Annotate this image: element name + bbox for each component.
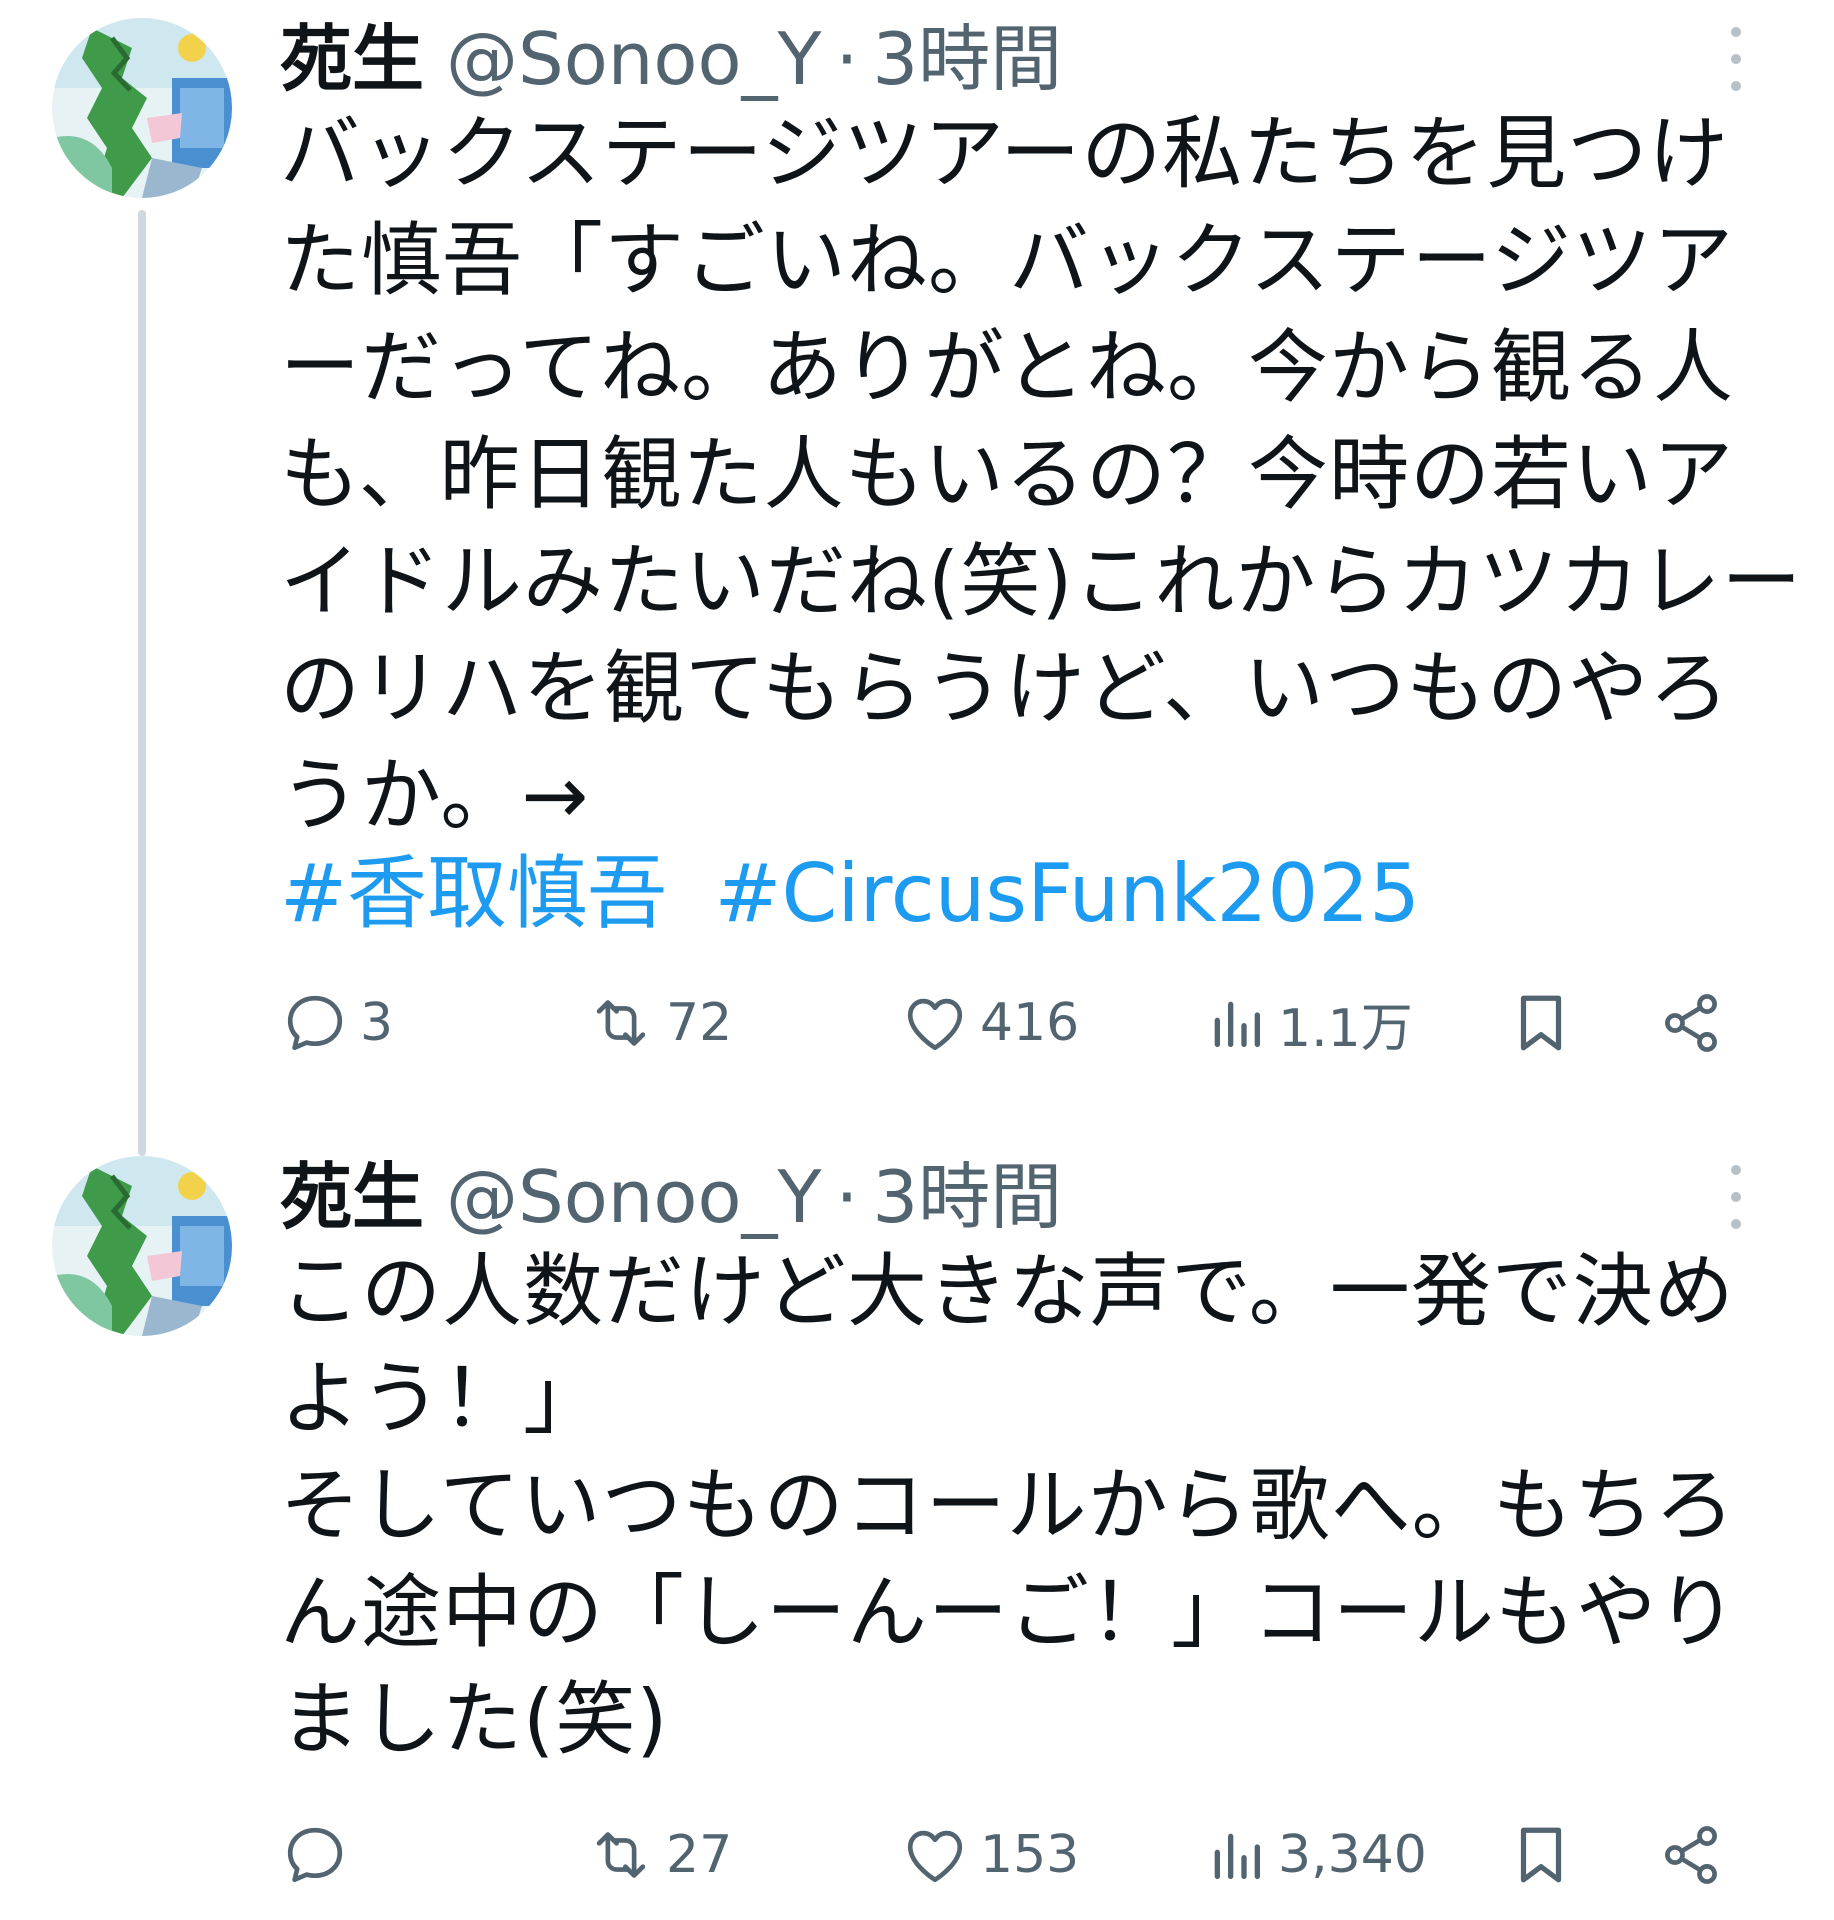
tweet-text-line: よう！」	[280, 1352, 604, 1445]
tweet-header: 苑生 @Sonoo_Y · 3時間	[280, 14, 1062, 104]
tweet-text-line: た慎吾「すごいね。バックステージツア	[280, 214, 1734, 307]
timestamp[interactable]: 3時間	[872, 14, 1062, 104]
like-count: 416	[980, 993, 1080, 1053]
like-count: 153	[980, 1825, 1080, 1885]
bookmark-button[interactable]	[1506, 978, 1576, 1068]
tweet-text-line: そしていつものコールから歌へ。もちろ	[280, 1459, 1736, 1552]
tweet-text-line: のリハを観てもらうけど、いつものやろ	[280, 642, 1730, 735]
tweet-text-line: バックステージツアーの私たちを見つけ	[280, 107, 1730, 200]
tweet-text-line: ました(笑)	[280, 1673, 669, 1766]
views-button[interactable]: 1.1万	[1204, 978, 1413, 1068]
separator-dot: ·	[835, 17, 859, 101]
views-icon	[1214, 1001, 1260, 1047]
more-icon[interactable]	[1728, 27, 1744, 91]
repost-icon	[596, 1000, 646, 1046]
views-button[interactable]: 3,340	[1204, 1810, 1427, 1900]
avatar-image	[52, 1156, 232, 1336]
avatar[interactable]	[52, 1156, 232, 1336]
bookmark-button[interactable]	[1506, 1810, 1576, 1900]
share-icon	[1665, 994, 1717, 1052]
tweet-text-line: ん途中の「しーんーご！」コールもやり	[280, 1566, 1738, 1659]
author-name[interactable]: 苑生	[280, 14, 424, 104]
tweet-text-line: も、昨日観た人もいるの？今時の若いア	[280, 428, 1734, 521]
author-handle[interactable]: @Sonoo_Y	[446, 14, 821, 104]
thread-connector-line	[138, 210, 146, 1156]
repost-count: 72	[666, 993, 733, 1053]
view-count: 1.1万	[1278, 998, 1413, 1059]
separator-dot: ·	[835, 1155, 859, 1239]
share-icon	[1665, 1826, 1717, 1884]
reply-icon	[287, 1827, 343, 1883]
author-handle[interactable]: @Sonoo_Y	[446, 1152, 821, 1242]
hashtag-link[interactable]: #香取慎吾	[280, 847, 667, 940]
heart-icon	[907, 998, 963, 1051]
share-button[interactable]	[1656, 1810, 1726, 1900]
bookmark-icon	[1520, 995, 1562, 1051]
avatar-image	[52, 18, 232, 198]
repost-count: 27	[666, 1825, 733, 1885]
reply-button[interactable]: 3	[280, 978, 393, 1068]
tweet-text-line: イドルみたいだね(笑)これからカツカレー	[280, 535, 1803, 628]
more-icon[interactable]	[1728, 1165, 1744, 1229]
timestamp[interactable]: 3時間	[872, 1152, 1062, 1242]
author-name[interactable]: 苑生	[280, 1152, 424, 1242]
tweet-text-line: この人数だけど大きな声で。一発で決め	[280, 1245, 1735, 1338]
like-button[interactable]: 416	[900, 978, 1079, 1068]
views-icon	[1214, 1833, 1260, 1879]
bookmark-icon	[1520, 1827, 1562, 1883]
repost-button[interactable]: 27	[586, 1810, 732, 1900]
heart-icon	[907, 1830, 963, 1883]
repost-button[interactable]: 72	[586, 978, 732, 1068]
repost-icon	[596, 1832, 646, 1878]
tweet-actions: 3 72 416 1.1万	[280, 978, 1760, 1068]
tweet-text: バックステージツアーの私たちを見つけ た慎吾「すごいね。バックステージツア ーだ…	[280, 100, 1803, 849]
view-count: 3,340	[1278, 1825, 1427, 1885]
tweet-text: この人数だけど大きな声で。一発で決め よう！」 そしていつものコールから歌へ。も…	[280, 1238, 1790, 1773]
hashtag-list: #香取慎吾 #CircusFunk2025	[280, 840, 1420, 947]
reply-button[interactable]	[280, 1810, 360, 1900]
tweet-actions: 27 153 3,340	[280, 1810, 1760, 1900]
avatar[interactable]	[52, 18, 232, 198]
tweet-header: 苑生 @Sonoo_Y · 3時間	[280, 1152, 1062, 1242]
tweet[interactable]: 苑生 @Sonoo_Y · 3時間 この人数だけど大きな声で。一発で決め よう！…	[0, 1120, 1834, 1920]
reply-icon	[287, 995, 343, 1051]
tweet-text-line: うか。→	[280, 749, 590, 842]
like-button[interactable]: 153	[900, 1810, 1079, 1900]
hashtag-link[interactable]: #CircusFunk2025	[714, 847, 1420, 940]
share-button[interactable]	[1656, 978, 1726, 1068]
tweet[interactable]: 苑生 @Sonoo_Y · 3時間 バックステージツアーの私たちを見つけ た慎吾…	[0, 0, 1834, 1156]
reply-count: 3	[360, 993, 394, 1053]
tweet-text-line: ーだってね。ありがとね。今から観る人	[280, 321, 1734, 414]
